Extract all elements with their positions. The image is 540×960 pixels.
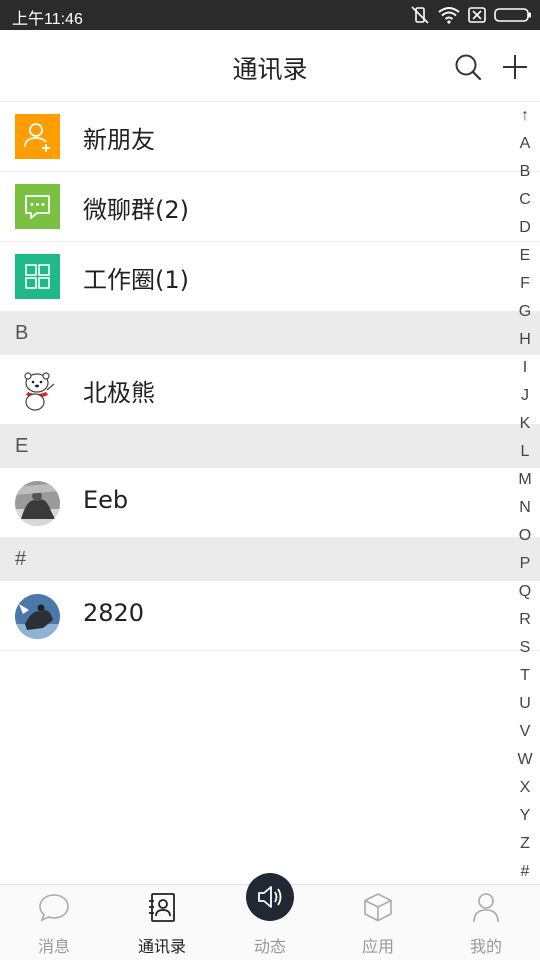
index-letter[interactable]: G	[510, 298, 540, 326]
index-letter[interactable]: F	[510, 270, 540, 298]
index-letter[interactable]: T	[510, 662, 540, 690]
tab-label: 消息	[37, 937, 70, 956]
contacts-book-icon	[149, 893, 175, 922]
photo-avatar	[15, 481, 60, 526]
tab-contacts[interactable]: 通讯录	[108, 885, 216, 960]
index-letter[interactable]: O	[510, 522, 540, 550]
index-letter[interactable]: P	[510, 550, 540, 578]
top-bar: 通讯录	[0, 30, 540, 102]
index-letter[interactable]: L	[510, 438, 540, 466]
person-icon	[473, 893, 499, 923]
index-letter[interactable]: S	[510, 634, 540, 662]
search-button[interactable]	[453, 52, 483, 82]
index-letter[interactable]: W	[510, 746, 540, 774]
plus-icon	[503, 55, 527, 79]
alphabet-index[interactable]: ↑ A B C D E F G H I J K L M N O P Q R S T U V W X Y Z #	[510, 102, 540, 886]
tab-apps[interactable]: 应用	[324, 885, 432, 960]
work-circle-icon	[15, 254, 60, 299]
index-letter[interactable]: ↑	[510, 102, 540, 130]
chat-bubble-icon	[39, 894, 69, 922]
list-item-label: 工作圈(1)	[83, 266, 189, 294]
section-header: B	[0, 312, 540, 355]
tab-messages[interactable]: 消息	[0, 885, 108, 960]
index-letter[interactable]: J	[510, 382, 540, 410]
sim-icon	[468, 7, 486, 23]
contact-name: Eeb	[83, 486, 129, 514]
index-letter[interactable]: M	[510, 466, 540, 494]
wifi-icon	[438, 7, 460, 24]
battery-icon	[494, 8, 531, 22]
speaker-icon	[258, 886, 282, 908]
list-item-work-circle[interactable]: 工作圈(1)	[0, 242, 540, 312]
group-chat-icon	[15, 184, 60, 229]
index-letter[interactable]: #	[510, 858, 540, 886]
index-letter[interactable]: R	[510, 606, 540, 634]
section-letter: B	[15, 322, 29, 344]
index-letter[interactable]: Q	[510, 578, 540, 606]
index-letter[interactable]: Z	[510, 830, 540, 858]
add-button[interactable]	[500, 52, 530, 82]
contact-row[interactable]: Eeb	[0, 468, 540, 538]
contact-name: 北极熊	[83, 379, 155, 407]
list-item-group-chats[interactable]: 微聊群(2)	[0, 172, 540, 242]
index-letter[interactable]: H	[510, 326, 540, 354]
index-letter[interactable]: B	[510, 158, 540, 186]
index-letter[interactable]: V	[510, 718, 540, 746]
section-letter: #	[15, 548, 27, 570]
tab-label: 通讯录	[137, 937, 186, 956]
contact-row[interactable]: 2820	[0, 581, 540, 651]
contact-row[interactable]: 北极熊	[0, 355, 540, 425]
index-letter[interactable]: D	[510, 214, 540, 242]
list-item-label: 新朋友	[83, 126, 155, 154]
index-letter[interactable]: A	[510, 130, 540, 158]
index-letter[interactable]: X	[510, 774, 540, 802]
cube-icon	[364, 893, 392, 922]
index-letter[interactable]: N	[510, 494, 540, 522]
status-bar: 上午11:46	[0, 0, 540, 30]
new-friend-icon	[15, 114, 60, 159]
tab-label: 应用	[361, 937, 394, 956]
tab-moments[interactable]: 动态	[216, 873, 324, 960]
status-time: 上午11:46	[12, 11, 83, 28]
section-header: E	[0, 425, 540, 468]
section-header: #	[0, 538, 540, 581]
tab-label: 我的	[469, 937, 502, 956]
tab-profile[interactable]: 我的	[432, 885, 540, 960]
photo-avatar	[15, 594, 60, 639]
index-letter[interactable]: K	[510, 410, 540, 438]
index-letter[interactable]: Y	[510, 802, 540, 830]
search-icon	[455, 54, 482, 81]
status-icons	[410, 5, 532, 25]
tab-label: 动态	[253, 937, 286, 956]
index-letter[interactable]: E	[510, 242, 540, 270]
list-item-new-friends[interactable]: 新朋友	[0, 102, 540, 172]
index-letter[interactable]: C	[510, 186, 540, 214]
index-letter[interactable]: U	[510, 690, 540, 718]
bottom-nav: 消息 通讯录 动态 应用 我的	[0, 873, 540, 960]
vibrate-off-icon	[411, 6, 429, 24]
section-letter: E	[15, 435, 29, 457]
polar-bear-avatar	[15, 368, 60, 413]
index-letter[interactable]: I	[510, 354, 540, 382]
moments-button[interactable]	[246, 873, 294, 921]
contacts-list: 新朋友 微聊群(2) 工作圈(1) B 北极熊 E Eeb # 2820	[0, 102, 540, 651]
list-item-label: 微聊群(2)	[83, 196, 189, 224]
contact-name: 2820	[83, 599, 145, 627]
